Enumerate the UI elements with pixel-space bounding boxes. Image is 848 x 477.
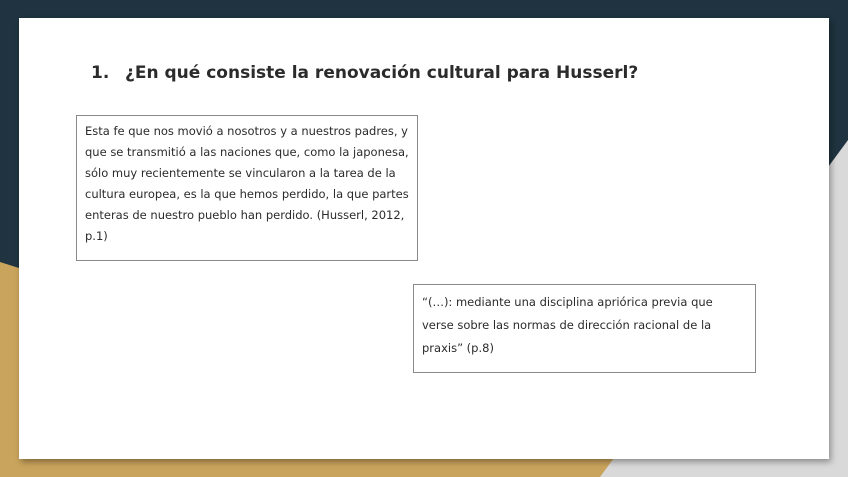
quote-box-husserl: Esta fe que nos movió a nosotros y a nue… [76, 115, 418, 261]
quote-text-1: Esta fe que nos movió a nosotros y a nue… [85, 124, 409, 243]
heading-number: 1. [91, 63, 110, 83]
slide-canvas: 1. ¿En qué consiste la renovación cultur… [19, 18, 829, 459]
heading-text: ¿En qué consiste la renovación cultural … [125, 63, 639, 83]
quote-text-2: “(…): mediante una disciplina apriórica … [422, 295, 713, 355]
quote-box-praxis: “(…): mediante una disciplina apriórica … [413, 284, 756, 373]
slide-heading: 1. ¿En qué consiste la renovación cultur… [91, 63, 638, 83]
